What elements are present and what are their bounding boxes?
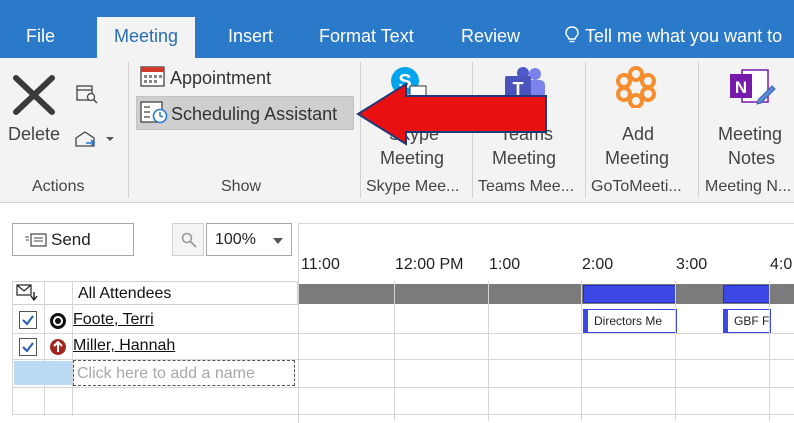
meeting-notes-line1: Meeting <box>718 124 783 144</box>
send-label: Send <box>51 230 91 249</box>
time-label: 11:00 <box>301 256 340 273</box>
row-divider <box>12 414 794 415</box>
gotomeeting-group-label: GoToMeeti... <box>591 178 682 195</box>
appointment-label: Appointment <box>170 68 272 88</box>
required-attendee-icon <box>50 339 66 355</box>
attendee-name[interactable]: Miller, Hannah <box>73 337 175 355</box>
timeline-border <box>298 223 299 423</box>
onenote-icon: N <box>730 69 776 105</box>
actions-group-label: Actions <box>32 178 85 195</box>
tab-format-text[interactable]: Format Text <box>319 26 414 47</box>
notes-group-label: Meeting N... <box>705 178 792 195</box>
tab-file[interactable]: File <box>26 26 55 47</box>
skype-group-label: Skype Mee... <box>366 178 460 195</box>
event-block[interactable]: GBF F <box>723 309 771 333</box>
zoom-select[interactable]: 100% <box>206 223 292 256</box>
checkmark-icon <box>22 342 34 353</box>
tab-review[interactable]: Review <box>461 26 520 47</box>
teams-line2: Meeting <box>492 148 557 168</box>
busy-block <box>723 285 770 303</box>
meeting-notes-line2: Notes <box>728 148 776 168</box>
add-name-row-selector <box>14 361 72 385</box>
hour-gridline <box>581 281 582 421</box>
red-arrow-callout <box>356 82 547 146</box>
tab-insert[interactable]: Insert <box>228 26 273 47</box>
delete-x-icon <box>13 75 55 115</box>
hour-gridline <box>769 281 770 421</box>
show-group-label: Show <box>221 178 262 195</box>
checkmark-icon <box>22 315 34 326</box>
busy-block <box>583 285 676 303</box>
zoom-value: 100% <box>215 231 256 248</box>
add-meeting-line1: Add <box>622 124 655 144</box>
response-envelope-icon <box>16 284 38 302</box>
attendee-name[interactable]: Foote, Terri <box>73 311 154 329</box>
zoom-search-button[interactable] <box>172 223 204 256</box>
row-divider <box>12 387 794 388</box>
gotomeeting-icon <box>616 66 656 108</box>
organizer-icon <box>50 313 66 329</box>
ribbon-separator <box>128 62 129 198</box>
magnifier-icon <box>181 232 197 248</box>
tell-me-box[interactable]: Tell me what you want to <box>565 26 782 47</box>
hour-gridline <box>675 281 676 421</box>
time-label: 1:00 <box>489 256 521 273</box>
add-name-placeholder: Click here to add a name <box>77 365 255 382</box>
ribbon-tab-bar: File Meeting Insert Format Text Review T… <box>0 0 794 58</box>
teams-group-label: Teams Mee... <box>478 178 575 195</box>
timeline-top-border <box>298 223 794 224</box>
tell-me-text: Tell me what you want to <box>585 26 783 46</box>
grid-left-border <box>12 281 13 416</box>
send-button[interactable]: Send <box>12 223 134 256</box>
row-divider <box>12 333 794 334</box>
all-attendees-label: All Attendees <box>78 285 172 302</box>
delete-label: Delete <box>8 124 61 144</box>
appointment-icon <box>140 66 165 87</box>
forward-icon[interactable] <box>74 128 114 150</box>
time-label: 2:00 <box>582 256 614 273</box>
time-label: 4:0 <box>770 256 793 273</box>
attendee-checkbox[interactable] <box>19 311 37 329</box>
time-label: 12:00 PM <box>395 256 464 273</box>
ribbon-separator <box>585 62 586 198</box>
column-divider <box>44 281 45 416</box>
lightbulb-icon <box>565 26 579 43</box>
calendar-search-icon[interactable] <box>76 84 98 104</box>
event-block[interactable]: Directors Me <box>583 309 677 333</box>
time-label: 3:00 <box>676 256 708 273</box>
hour-gridline <box>394 281 395 421</box>
attendee-checkbox[interactable] <box>19 338 37 356</box>
skype-line2: Meeting <box>380 148 445 168</box>
hour-gridline <box>488 281 489 421</box>
scheduling-assistant-icon <box>140 101 168 124</box>
chevron-down-icon <box>273 238 283 244</box>
ribbon-separator <box>698 62 699 198</box>
all-attendees-freebusy-bar <box>299 284 794 304</box>
add-meeting-line2: Meeting <box>605 148 670 168</box>
send-icon <box>25 233 47 247</box>
scheduling-assistant-label: Scheduling Assistant <box>171 104 338 124</box>
svg-text:N: N <box>735 78 747 97</box>
tab-meeting[interactable]: Meeting <box>97 17 196 58</box>
add-name-input[interactable]: Click here to add a name <box>73 360 295 386</box>
